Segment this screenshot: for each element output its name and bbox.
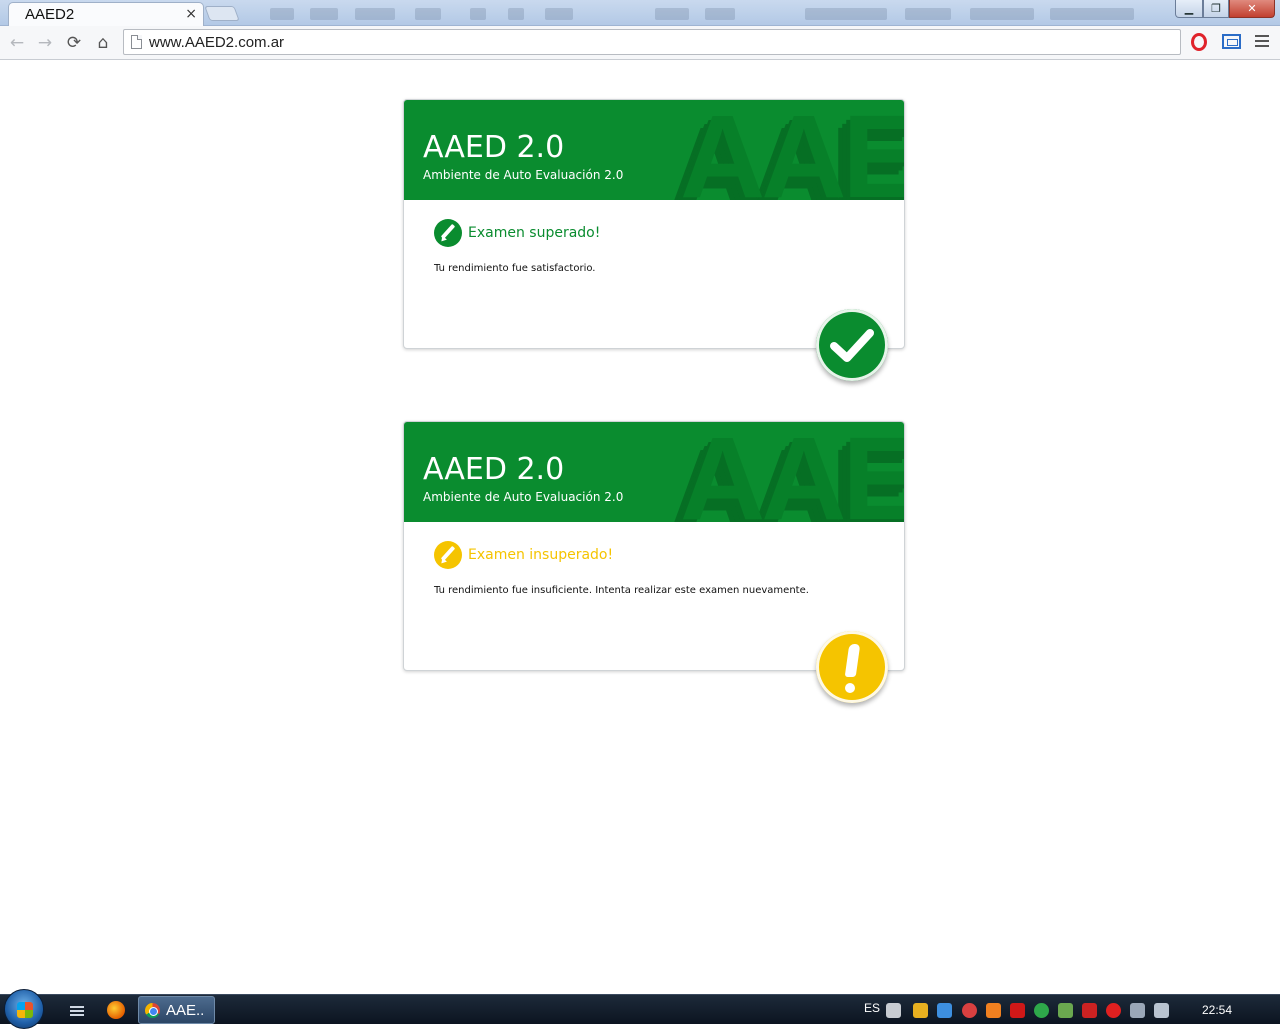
new-tab-button[interactable] [204, 6, 240, 21]
result-message: Tu rendimiento fue satisfactorio. [434, 263, 596, 274]
clock[interactable]: 22:54 [1202, 1003, 1232, 1017]
card-title: AAED 2.0 [423, 130, 565, 165]
header-watermark: AAED [680, 422, 904, 522]
utorrent-icon[interactable] [1034, 1003, 1049, 1018]
card-header: AAED AAED 2.0 Ambiente de Auto Evaluació… [404, 422, 904, 522]
result-card-success: AAED AAED 2.0 Ambiente de Auto Evaluació… [403, 99, 905, 381]
browser-tab[interactable]: AAED2 × [8, 2, 204, 27]
card-subtitle: Ambiente de Auto Evaluación 2.0 [423, 490, 624, 504]
titlebar-ghost [970, 8, 1034, 20]
tab-title: AAED2 [25, 6, 75, 23]
language-indicator[interactable]: ES [864, 1001, 880, 1015]
screen-capture-icon[interactable] [1222, 34, 1241, 49]
checkmark-icon [816, 309, 888, 381]
maximize-button[interactable]: ❐ [1203, 0, 1229, 18]
show-desktop-icon[interactable] [68, 1001, 86, 1019]
tray-app-icon[interactable] [1058, 1003, 1073, 1018]
status-text: Examen superado! [468, 225, 601, 241]
browser-toolbar: ← → ⟳ ⌂ www.AAED2.com.ar [0, 26, 1280, 60]
titlebar-ghost [470, 8, 486, 20]
tray-app-icon[interactable] [1082, 1003, 1097, 1018]
page-icon [131, 35, 142, 49]
status-text: Examen insuperado! [468, 547, 614, 563]
forward-button[interactable]: → [33, 31, 57, 55]
menu-icon[interactable] [1255, 35, 1269, 50]
titlebar-ghost [355, 8, 395, 20]
address-bar[interactable]: www.AAED2.com.ar [123, 29, 1181, 55]
keyboard-icon[interactable] [886, 1003, 901, 1018]
tab-close-icon[interactable]: × [185, 6, 197, 22]
volume-icon[interactable] [1154, 1003, 1169, 1018]
tray-app-icon[interactable] [913, 1003, 928, 1018]
dropbox-icon[interactable] [937, 1003, 952, 1018]
chrome-icon [145, 1003, 160, 1018]
url-text: www.AAED2.com.ar [149, 34, 285, 51]
pencil-icon [434, 219, 462, 247]
minimize-button[interactable]: ▁ [1175, 0, 1203, 18]
acrobat-icon[interactable] [1010, 1003, 1025, 1018]
reload-button[interactable]: ⟳ [62, 31, 86, 55]
card-header: AAED AAED 2.0 Ambiente de Auto Evaluació… [404, 100, 904, 200]
tray-app-icon[interactable] [986, 1003, 1001, 1018]
titlebar-ghost [1050, 8, 1134, 20]
titlebar-ghost [270, 8, 294, 20]
windows-taskbar: AAE.. ES 22:54 [0, 989, 1280, 1029]
tray-app-icon[interactable] [962, 1003, 977, 1018]
home-button[interactable]: ⌂ [91, 31, 115, 55]
titlebar-ghost [905, 8, 951, 20]
task-label: AAE.. [166, 1002, 205, 1019]
firefox-icon[interactable] [107, 1001, 125, 1019]
exclamation-icon [816, 631, 888, 703]
titlebar-ghost [508, 8, 524, 20]
result-message: Tu rendimiento fue insuficiente. Intenta… [434, 585, 809, 596]
network-icon[interactable] [1130, 1003, 1145, 1018]
card-subtitle: Ambiente de Auto Evaluación 2.0 [423, 168, 624, 182]
titlebar-ghost [805, 8, 887, 20]
back-button[interactable]: ← [5, 31, 29, 55]
titlebar-ghost [705, 8, 735, 20]
close-window-button[interactable]: ✕ [1229, 0, 1275, 18]
titlebar-ghost [655, 8, 689, 20]
titlebar-ghost [545, 8, 573, 20]
header-watermark: AAED [680, 100, 904, 200]
opera-extension-icon[interactable] [1191, 33, 1207, 51]
card-title: AAED 2.0 [423, 452, 565, 487]
titlebar-ghost [310, 8, 338, 20]
status-row: Examen insuperado! [434, 541, 613, 569]
taskbar-chrome-button[interactable]: AAE.. [138, 996, 215, 1024]
status-row: Examen superado! [434, 219, 600, 247]
result-card-failure: AAED AAED 2.0 Ambiente de Auto Evaluació… [403, 421, 905, 703]
window-titlebar: AAED2 × ▁ ❐ ✕ [0, 0, 1280, 27]
start-button[interactable] [4, 989, 44, 1029]
titlebar-ghost [415, 8, 441, 20]
tray-app-icon[interactable] [1106, 1003, 1121, 1018]
pencil-icon [434, 541, 462, 569]
